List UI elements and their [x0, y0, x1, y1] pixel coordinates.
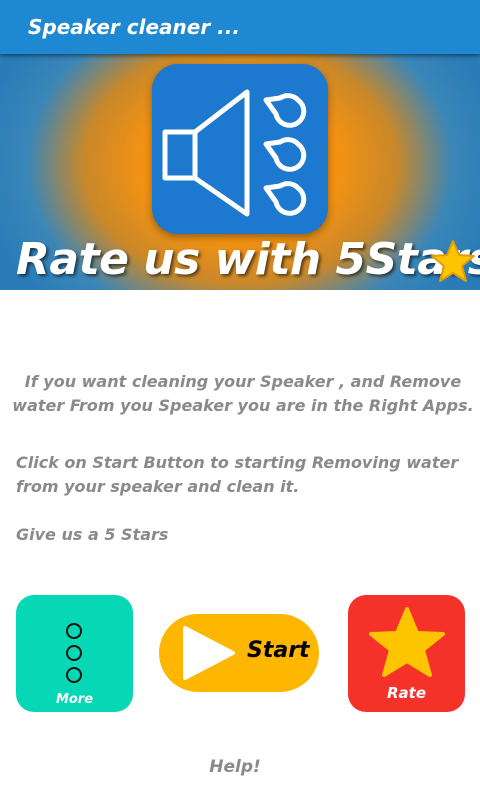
- description-line-1: If you want cleaning your Speaker , and …: [12, 372, 474, 415]
- more-button[interactable]: More: [16, 595, 133, 712]
- rate-label: Rate: [386, 684, 427, 702]
- app-title: Speaker cleaner ...: [28, 15, 240, 39]
- star-icon: [431, 240, 475, 282]
- help-link[interactable]: Help!: [0, 757, 470, 777]
- more-label: More: [55, 692, 94, 707]
- three-circles-icon: [66, 623, 82, 683]
- promo-banner[interactable]: Rate us with 5Stars: [0, 54, 480, 290]
- start-label: Start: [247, 638, 310, 663]
- description-line-2: Click on Start Button to starting Removi…: [16, 453, 459, 496]
- start-button[interactable]: Start: [159, 614, 319, 692]
- app-bar: Speaker cleaner ...: [0, 0, 480, 54]
- play-icon: [183, 626, 235, 680]
- speaker-water-drops-icon: [152, 64, 328, 234]
- banner-headline: Rate us with 5Stars: [16, 234, 480, 285]
- description-line-3: Give us a 5 Stars: [16, 525, 169, 544]
- rate-button[interactable]: Rate: [348, 595, 465, 712]
- star-icon: [369, 607, 445, 677]
